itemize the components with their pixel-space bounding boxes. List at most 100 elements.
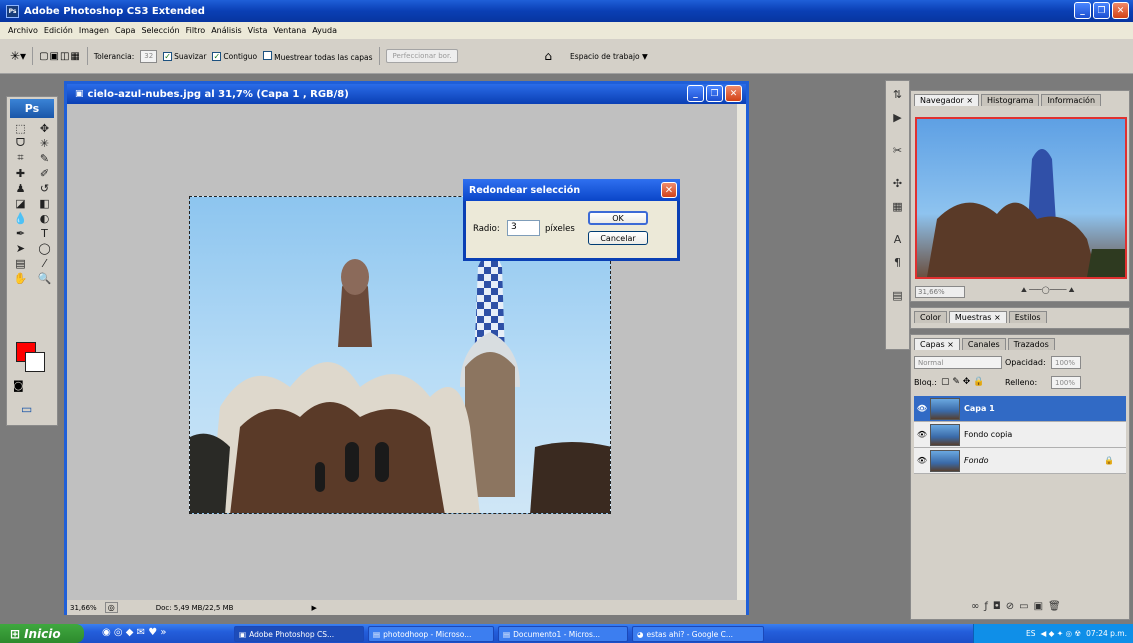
- menu-ayuda[interactable]: Ayuda: [312, 26, 337, 35]
- tray-icons[interactable]: ◀ ◆ ✦ ◎ ☢: [1041, 629, 1082, 638]
- move-tool-icon[interactable]: ✥: [34, 121, 55, 135]
- dialog-close-button[interactable]: ✕: [661, 182, 677, 198]
- layer-row[interactable]: 👁 Capa 1: [914, 396, 1126, 422]
- radius-input[interactable]: 3: [507, 220, 540, 236]
- refine-edge-button[interactable]: Perfeccionar bor.: [385, 49, 459, 63]
- taskbar-item-chrome[interactable]: ◕ estas ahi? - Google C...: [632, 626, 764, 642]
- marquee-tool-icon[interactable]: ⬚: [10, 121, 31, 135]
- close-button[interactable]: ✕: [1112, 2, 1129, 19]
- layer-row[interactable]: 👁 Fondo copia: [914, 422, 1126, 448]
- bridge-icon[interactable]: ⌂: [544, 49, 552, 63]
- menu-filtro[interactable]: Filtro: [186, 26, 206, 35]
- actions-icon[interactable]: ▶: [888, 108, 907, 127]
- background-color-swatch[interactable]: [25, 352, 45, 372]
- path-selection-icon[interactable]: ➤: [10, 241, 31, 255]
- navigator-zoom-field[interactable]: 31,66%: [915, 286, 965, 298]
- paragraph-icon[interactable]: ¶: [888, 253, 907, 272]
- tab-histogram[interactable]: Histograma: [981, 94, 1040, 106]
- opacity-label: Opacidad:: [1005, 358, 1046, 367]
- taskbar-item-word-2[interactable]: ▤ Documento1 - Micros...: [498, 626, 628, 642]
- blur-tool-icon[interactable]: 💧: [10, 211, 31, 225]
- lasso-tool-icon[interactable]: ᗜ: [10, 136, 31, 150]
- healing-tool-icon[interactable]: ✚: [10, 166, 31, 180]
- tab-layers[interactable]: Capas ×: [914, 338, 960, 350]
- restore-button[interactable]: ❐: [1093, 2, 1110, 19]
- opacity-input[interactable]: 100%: [1051, 356, 1081, 369]
- sample-all-checkbox[interactable]: Muestrear todas las capas: [263, 50, 373, 62]
- lock-options-icon[interactable]: ▢ ✎ ✥ 🔒: [941, 377, 984, 387]
- workspace-menu[interactable]: Espacio de trabajo ▼: [570, 52, 648, 61]
- doc-close-button[interactable]: ✕: [725, 85, 742, 102]
- brush-tool-icon[interactable]: ✐: [34, 166, 55, 180]
- cancel-button[interactable]: Cancelar: [588, 231, 648, 245]
- menu-capa[interactable]: Capa: [115, 26, 135, 35]
- tab-color[interactable]: Color: [914, 311, 947, 323]
- layer-comps-icon[interactable]: ▤: [888, 286, 907, 305]
- slice-tool-icon[interactable]: ✎: [34, 151, 55, 165]
- antialias-checkbox[interactable]: ✓ Suavizar: [163, 51, 206, 61]
- fill-input[interactable]: 100%: [1051, 376, 1081, 389]
- language-indicator[interactable]: ES: [1026, 629, 1036, 638]
- blend-mode-select[interactable]: Normal: [914, 356, 1002, 369]
- magic-wand-tool-preset-icon[interactable]: ✳▾: [10, 49, 26, 63]
- word-icon: ▤: [373, 629, 381, 639]
- eraser-tool-icon[interactable]: ◪: [10, 196, 31, 210]
- clone-source-icon[interactable]: ▦: [888, 197, 907, 216]
- tolerance-input[interactable]: 32: [140, 49, 158, 63]
- brushes-icon[interactable]: ✣: [888, 174, 907, 193]
- zoom-tool-icon[interactable]: 🔍: [34, 271, 55, 285]
- magic-wand-tool-icon[interactable]: ✳: [34, 136, 55, 150]
- layer-actions-icons[interactable]: ∞ƒ◘⊘▭▣🗑: [971, 601, 1066, 612]
- type-tool-icon[interactable]: T: [34, 226, 55, 240]
- tab-swatches[interactable]: Muestras ×: [948, 311, 1007, 323]
- visibility-eye-icon[interactable]: 👁: [914, 404, 930, 413]
- tab-navigator[interactable]: Navegador ×: [914, 94, 980, 106]
- visibility-eye-icon[interactable]: 👁: [914, 430, 930, 439]
- doc-restore-button[interactable]: ❐: [706, 85, 723, 102]
- shape-tool-icon[interactable]: ◯: [34, 241, 55, 255]
- minimize-button[interactable]: _: [1074, 2, 1091, 19]
- menu-analisis[interactable]: Análisis: [211, 26, 241, 35]
- eyedropper-tool-icon[interactable]: ⁄: [34, 256, 55, 270]
- start-button[interactable]: ⊞ Inicio: [0, 624, 84, 643]
- tab-styles[interactable]: Estilos: [1008, 311, 1047, 323]
- vertical-scrollbar[interactable]: [737, 104, 746, 600]
- screen-mode-icon[interactable]: ▭: [21, 402, 32, 416]
- selection-mode-icon[interactable]: ▢▣◫▦: [39, 51, 81, 62]
- status-menu-icon[interactable]: ◎: [104, 602, 118, 613]
- notes-tool-icon[interactable]: ▤: [10, 256, 31, 270]
- hand-tool-icon[interactable]: ✋: [10, 271, 31, 285]
- visibility-eye-icon[interactable]: 👁: [914, 456, 930, 465]
- crop-tool-icon[interactable]: ⌗: [10, 151, 31, 165]
- contiguous-checkbox[interactable]: ✓ Contiguo: [212, 51, 257, 61]
- navigator-preview[interactable]: [915, 117, 1127, 279]
- tab-channels[interactable]: Canales: [961, 338, 1006, 350]
- quick-launch-icons[interactable]: ◉ ◎ ◆ ✉ ♥ »: [102, 627, 167, 638]
- gradient-tool-icon[interactable]: ◧: [34, 196, 55, 210]
- divider: [86, 47, 88, 65]
- menu-seleccion[interactable]: Selección: [141, 26, 179, 35]
- history-brush-icon[interactable]: ↺: [34, 181, 55, 195]
- stamp-tool-icon[interactable]: ♟: [10, 181, 31, 195]
- tool-presets-icon[interactable]: ✂: [888, 141, 907, 160]
- dodge-tool-icon[interactable]: ◐: [34, 211, 55, 225]
- ok-button[interactable]: OK: [588, 211, 648, 225]
- taskbar-item-word-1[interactable]: ▤ photodhoop - Microso...: [368, 626, 494, 642]
- menu-ventana[interactable]: Ventana: [273, 26, 306, 35]
- history-icon[interactable]: ⇅: [888, 85, 907, 104]
- taskbar-item-photoshop[interactable]: ▣ Adobe Photoshop CS...: [234, 626, 364, 642]
- tab-paths[interactable]: Trazados: [1007, 338, 1055, 350]
- character-icon[interactable]: A: [888, 230, 907, 249]
- menu-archivo[interactable]: Archivo: [8, 26, 38, 35]
- zoom-level[interactable]: 31,66%: [70, 604, 97, 612]
- tab-information[interactable]: Información: [1041, 94, 1102, 106]
- status-arrow-icon[interactable]: ▶: [311, 604, 316, 612]
- doc-minimize-button[interactable]: _: [687, 85, 704, 102]
- menu-edicion[interactable]: Edición: [44, 26, 73, 35]
- menu-vista[interactable]: Vista: [248, 26, 268, 35]
- menu-imagen[interactable]: Imagen: [79, 26, 109, 35]
- navigator-zoom-slider[interactable]: ⛰ ───◯──── ⛰: [1021, 286, 1111, 296]
- quick-mask-icon[interactable]: ◙: [13, 379, 24, 392]
- layer-row[interactable]: 👁 Fondo 🔒: [914, 448, 1126, 474]
- pen-tool-icon[interactable]: ✒: [10, 226, 31, 240]
